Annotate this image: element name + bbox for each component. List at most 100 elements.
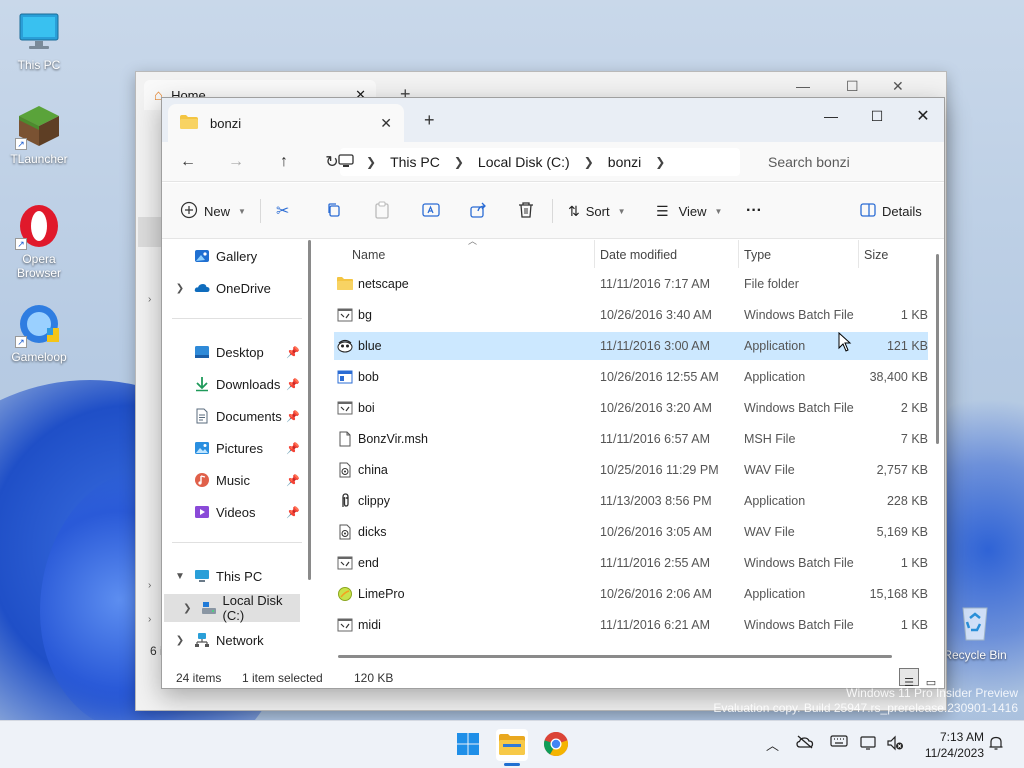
view-label: View <box>678 203 707 219</box>
chevron-right-icon[interactable]: ❯ <box>172 635 188 646</box>
details-pane-button[interactable]: Details <box>860 199 922 223</box>
minimize-icon[interactable]: — <box>796 78 810 94</box>
wav-file-icon <box>337 462 353 478</box>
sidebar-item-music[interactable]: Music 📌 <box>162 466 312 494</box>
breadcrumb-item[interactable]: bonzi <box>608 154 641 170</box>
file-row[interactable]: end 11/11/2016 2:55 AM Windows Batch Fil… <box>334 549 928 577</box>
file-size: 2 KB <box>900 401 928 415</box>
breadcrumb-item[interactable]: Local Disk (C:) <box>478 154 570 170</box>
sidebar-item-documents[interactable]: Documents 📌 <box>162 402 312 430</box>
pin-icon[interactable]: 📌 <box>286 346 300 359</box>
pin-icon[interactable]: 📌 <box>286 442 300 455</box>
new-tab-button[interactable]: + <box>424 110 435 131</box>
forward-button[interactable]: → <box>224 150 248 174</box>
file-list-vertical-scrollbar[interactable] <box>936 254 939 444</box>
file-row[interactable]: midi 11/11/2016 6:21 AM Windows Batch Fi… <box>334 611 928 639</box>
taskbar-clock[interactable]: 7:13 AM 11/24/2023 <box>912 729 984 761</box>
chevron-right-icon[interactable]: ❯ <box>172 283 188 294</box>
file-row[interactable]: boi 10/26/2016 3:20 AM Windows Batch Fil… <box>334 394 928 422</box>
pin-icon[interactable]: 📌 <box>286 378 300 391</box>
sidebar-item-pictures[interactable]: Pictures 📌 <box>162 434 312 462</box>
delete-button[interactable] <box>518 199 534 223</box>
up-button[interactable]: ↑ <box>272 150 296 174</box>
cloud-offline-icon[interactable] <box>796 735 814 752</box>
close-tab-icon[interactable]: ✕ <box>380 115 392 132</box>
rename-button[interactable] <box>422 199 440 223</box>
copy-button[interactable] <box>326 199 342 223</box>
sidebar-item-label: Music <box>216 472 250 488</box>
desktop-icon-recycle-bin[interactable]: Recycle Bin <box>937 600 1013 662</box>
file-name: blue <box>358 339 382 353</box>
explorer-window[interactable]: bonzi ✕ + — ☐ ✕ ← → ↑ ↻ ❯ This PC ❯ Loca… <box>161 97 945 689</box>
close-icon[interactable]: ✕ <box>892 78 904 95</box>
maximize-icon[interactable]: ☐ <box>846 78 859 95</box>
file-row[interactable]: bob 10/26/2016 12:55 AM Application 38,4… <box>334 363 928 391</box>
sidebar-item-label: This PC <box>216 568 263 584</box>
pin-icon[interactable]: 📌 <box>286 410 300 423</box>
cut-button[interactable]: ✂ <box>276 199 289 223</box>
network-status-icon[interactable] <box>860 735 878 754</box>
volume-muted-icon[interactable] <box>886 735 904 754</box>
desktop-icon-this-pc[interactable]: This PC <box>1 10 77 72</box>
sidebar-item-videos[interactable]: Videos 📌 <box>162 498 312 526</box>
file-list-horizontal-scrollbar[interactable] <box>338 655 892 658</box>
share-button[interactable] <box>470 199 488 223</box>
sidebar-item-label: OneDrive <box>216 280 271 296</box>
music-icon <box>194 472 210 488</box>
minimize-button[interactable]: — <box>808 102 854 130</box>
more-options-button[interactable]: ··· <box>746 199 762 223</box>
sidebar-item-network[interactable]: ❯ Network <box>162 626 312 654</box>
tiles-view-button[interactable]: ▭ <box>921 668 941 688</box>
sidebar-scrollbar[interactable] <box>308 240 311 580</box>
file-row[interactable]: dicks 10/26/2016 3:05 AM WAV File 5,169 … <box>334 518 928 546</box>
file-date: 10/25/2016 11:29 PM <box>600 463 719 477</box>
desktop-icon-tlauncher[interactable]: ↗ TLauncher <box>1 104 77 166</box>
pin-icon[interactable]: 📌 <box>286 506 300 519</box>
sidebar-item-onedrive[interactable]: ❯ OneDrive <box>162 274 312 302</box>
keyboard-icon[interactable] <box>830 735 848 750</box>
sort-button[interactable]: ⇅ Sort ▼ <box>568 199 626 223</box>
pin-icon[interactable]: 📌 <box>286 474 300 487</box>
column-header-name[interactable]: Name <box>352 248 385 262</box>
file-size: 38,400 KB <box>869 370 928 384</box>
pictures-icon <box>194 440 210 456</box>
maximize-button[interactable]: ☐ <box>854 102 900 130</box>
notifications-bell-icon[interactable] <box>988 735 1004 754</box>
search-input[interactable]: Search bonzi <box>754 148 940 176</box>
documents-icon <box>194 408 210 424</box>
file-row[interactable]: bg 10/26/2016 3:40 AM Windows Batch File… <box>334 301 928 329</box>
file-row[interactable]: china 10/25/2016 11:29 PM WAV File 2,757… <box>334 456 928 484</box>
tab-bonzi[interactable]: bonzi ✕ <box>168 104 404 142</box>
view-button[interactable]: ☰ View ▼ <box>656 199 722 223</box>
shortcut-arrow-icon: ↗ <box>15 238 27 250</box>
close-button[interactable]: ✕ <box>900 102 944 130</box>
chevron-right-icon[interactable]: ❯ <box>180 603 195 614</box>
column-header-type[interactable]: Type <box>744 248 771 262</box>
file-row[interactable]: netscape 11/11/2016 7:17 AM File folder <box>334 270 928 298</box>
file-row[interactable]: LimePro 10/26/2016 2:06 AM Application 1… <box>334 580 928 608</box>
sidebar-item-downloads[interactable]: Downloads 📌 <box>162 370 312 398</box>
column-header-date[interactable]: Date modified <box>600 248 677 262</box>
file-row[interactable]: clippy 11/13/2003 8:56 PM Application 22… <box>334 487 928 515</box>
taskbar-chrome[interactable] <box>540 729 572 761</box>
sidebar-item-desktop[interactable]: Desktop 📌 <box>162 338 312 366</box>
details-view-button[interactable]: ☰ <box>899 668 919 688</box>
new-button[interactable]: New ▼ <box>180 199 246 223</box>
desktop-icon-gameloop[interactable]: ↗ Gameloop <box>1 302 77 364</box>
file-name: dicks <box>358 525 387 539</box>
show-hidden-icons-chevron-icon[interactable]: ︿ <box>766 735 779 754</box>
file-row[interactable]: BonzVir.msh 11/11/2016 6:57 AM MSH File … <box>334 425 928 453</box>
column-header-size[interactable]: Size <box>864 248 888 262</box>
sidebar-item-this-pc[interactable]: ▼ This PC <box>162 562 312 590</box>
sidebar-item-local-disk[interactable]: ❯ Local Disk (C:) <box>164 593 300 623</box>
breadcrumb-item[interactable]: This PC <box>390 154 440 170</box>
paste-button[interactable] <box>374 199 390 223</box>
active-app-indicator <box>504 763 520 766</box>
sidebar-item-gallery[interactable]: Gallery <box>162 242 312 270</box>
chevron-down-icon[interactable]: ▼ <box>172 571 188 582</box>
new-label: New <box>204 203 231 219</box>
start-button[interactable] <box>452 729 484 761</box>
back-button[interactable]: ← <box>176 150 200 174</box>
desktop-icon-opera[interactable]: ↗ Opera Browser <box>1 204 77 280</box>
taskbar-file-explorer[interactable] <box>496 729 528 761</box>
